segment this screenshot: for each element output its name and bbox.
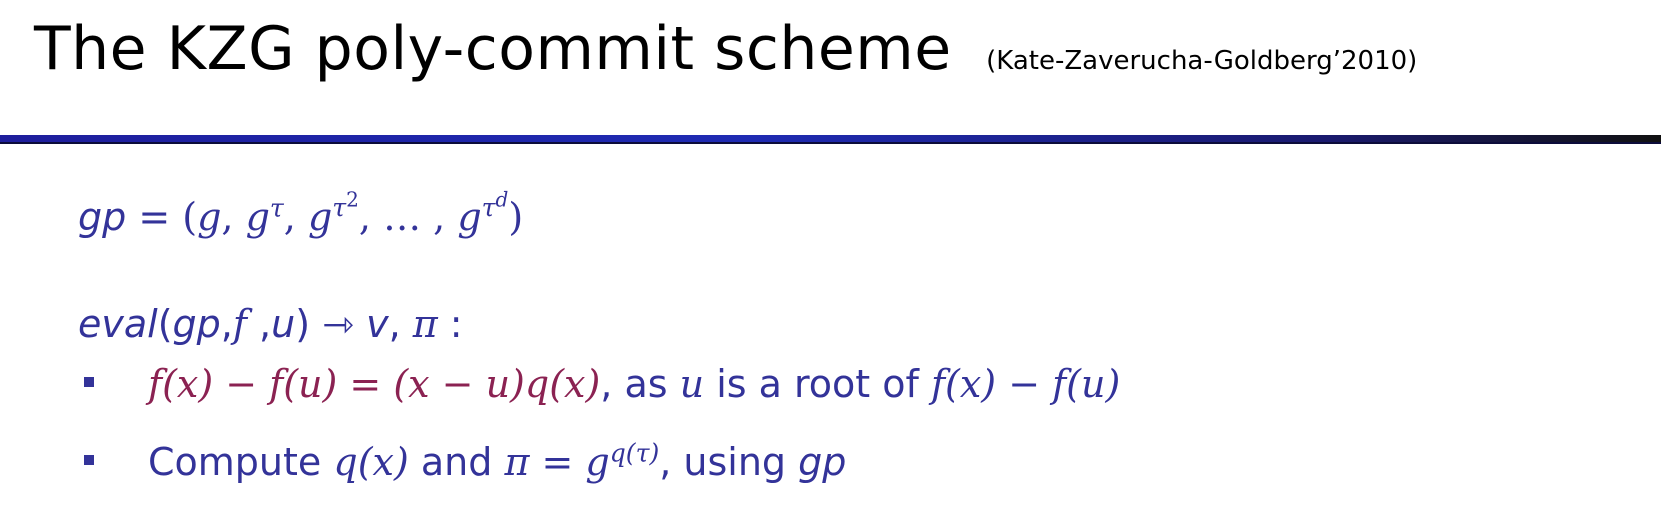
eval-colon: : <box>437 302 463 346</box>
eval-arg-f: f <box>232 302 247 346</box>
eval-comma2: , <box>246 302 272 346</box>
bullet-marker <box>84 377 94 387</box>
gp-definition: gp = (g, gτ, gτ2, … , gτd) <box>78 190 524 239</box>
compute-qx: q(x) <box>333 440 409 484</box>
bullet-marker <box>84 455 94 465</box>
bullet-quotient: f(x) − f(u) = (x − u)q(x), as u is a roo… <box>148 362 1120 406</box>
gp-comma1: , <box>221 195 246 239</box>
gp-close-paren: ) <box>508 195 524 239</box>
gp-g4: g <box>457 195 482 239</box>
quotient-equation: f(x) − f(u) = (x − u)q(x) <box>148 362 601 406</box>
gp-equals: = <box>126 195 183 239</box>
compute-equals: = <box>529 440 586 484</box>
gp-tau-exp: τ <box>269 193 284 223</box>
eval-arg-u: u <box>271 302 296 346</box>
gp-tau-d: τd <box>481 190 509 223</box>
eval-name: eval <box>78 302 158 346</box>
compute-gp: gp <box>798 440 847 484</box>
gp-ellipsis: , … , <box>358 195 458 239</box>
eval-out-pi: π <box>412 302 438 346</box>
quotient-text-a: , as <box>600 362 680 406</box>
gp-exp-2: 2 <box>346 187 359 212</box>
title-divider <box>0 135 1661 142</box>
eval-open-paren: ( <box>157 302 173 346</box>
eval-comma1: , <box>220 302 233 346</box>
compute-text-b: and <box>408 440 505 484</box>
gp-comma2: , <box>283 195 308 239</box>
bullet-compute: Compute q(x) and π = gq(τ), using gp <box>148 440 846 484</box>
gp-tau-base-d: τ <box>481 193 496 223</box>
eval-close-paren: ) <box>295 302 311 346</box>
compute-pi: π <box>504 440 530 484</box>
quotient-text-b: is a root of <box>704 362 931 406</box>
title-divider-shadow <box>0 142 1661 144</box>
eval-comma3: , <box>388 302 413 346</box>
eval-signature: eval(gp,f ,u) ⇾ v, π : <box>78 302 463 346</box>
compute-g: g <box>585 440 610 484</box>
compute-text-a: Compute <box>148 440 334 484</box>
gp-open-paren: ( <box>182 195 198 239</box>
eval-arrow: ⇾ <box>310 302 367 346</box>
eval-arg-gp: gp <box>172 302 221 346</box>
compute-text-c: , using <box>659 440 799 484</box>
quotient-u: u <box>679 362 705 406</box>
quotient-tail-math: f(x) − f(u) <box>930 362 1121 406</box>
gp-g2: g <box>245 195 270 239</box>
gp-tau-squared: τ2 <box>332 190 359 223</box>
slide-citation: (Kate-Zaverucha-Goldberg’2010) <box>986 46 1418 76</box>
eval-out-v: v <box>366 302 389 346</box>
title-row: The KZG poly-commit scheme (Kate-Zaveruc… <box>34 14 1417 84</box>
gp-tau-base-3: τ <box>332 193 347 223</box>
gp-g1: g <box>197 195 222 239</box>
gp-g3: g <box>307 195 333 239</box>
slide-title: The KZG poly-commit scheme <box>34 14 952 84</box>
gp-label: gp <box>78 195 127 239</box>
gp-exp-d: d <box>495 187 509 212</box>
compute-exponent: q(τ) <box>609 438 660 468</box>
